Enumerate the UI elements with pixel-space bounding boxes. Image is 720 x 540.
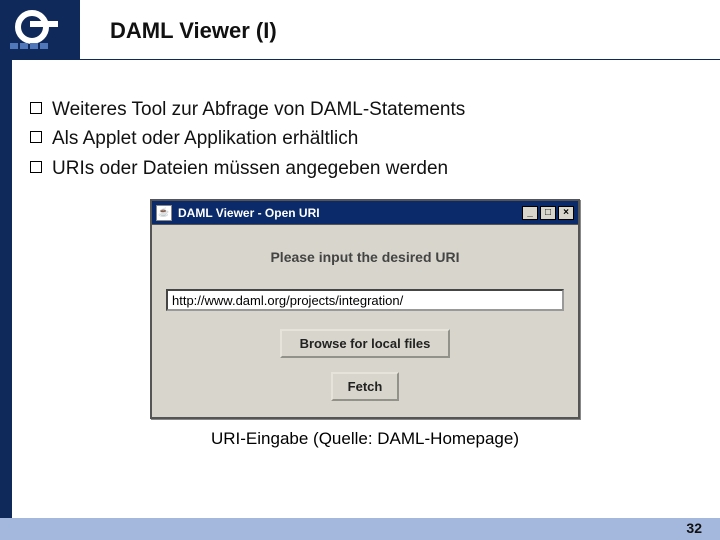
brand-logo <box>0 0 80 60</box>
page-number: 32 <box>686 520 702 536</box>
uri-input[interactable] <box>166 289 564 311</box>
java-app-icon: ☕ <box>156 205 172 221</box>
header-rule <box>80 59 720 60</box>
browse-button[interactable]: Browse for local files <box>280 329 451 358</box>
bullet-item: Weiteres Tool zur Abfrage von DAML-State… <box>30 95 700 124</box>
bullet-list: Weiteres Tool zur Abfrage von DAML-State… <box>30 95 700 183</box>
dialog-window: ☕ DAML Viewer - Open URI _ □ × Please in… <box>150 199 580 419</box>
footer-bar: 32 <box>0 518 720 540</box>
bullet-item: URIs oder Dateien müssen angegeben werde… <box>30 154 700 183</box>
fetch-button[interactable]: Fetch <box>331 372 399 401</box>
close-button[interactable]: × <box>558 206 574 220</box>
figure-caption: URI-Eingabe (Quelle: DAML-Homepage) <box>150 429 580 449</box>
titlebar: ☕ DAML Viewer - Open URI _ □ × <box>152 201 578 225</box>
left-stripe <box>0 60 12 518</box>
window-title: DAML Viewer - Open URI <box>178 206 520 220</box>
maximize-button[interactable]: □ <box>540 206 556 220</box>
prompt-label: Please input the desired URI <box>166 249 564 265</box>
slide-title: DAML Viewer (I) <box>110 18 277 44</box>
minimize-button[interactable]: _ <box>522 206 538 220</box>
bullet-item: Als Applet oder Applikation erhältlich <box>30 124 700 153</box>
